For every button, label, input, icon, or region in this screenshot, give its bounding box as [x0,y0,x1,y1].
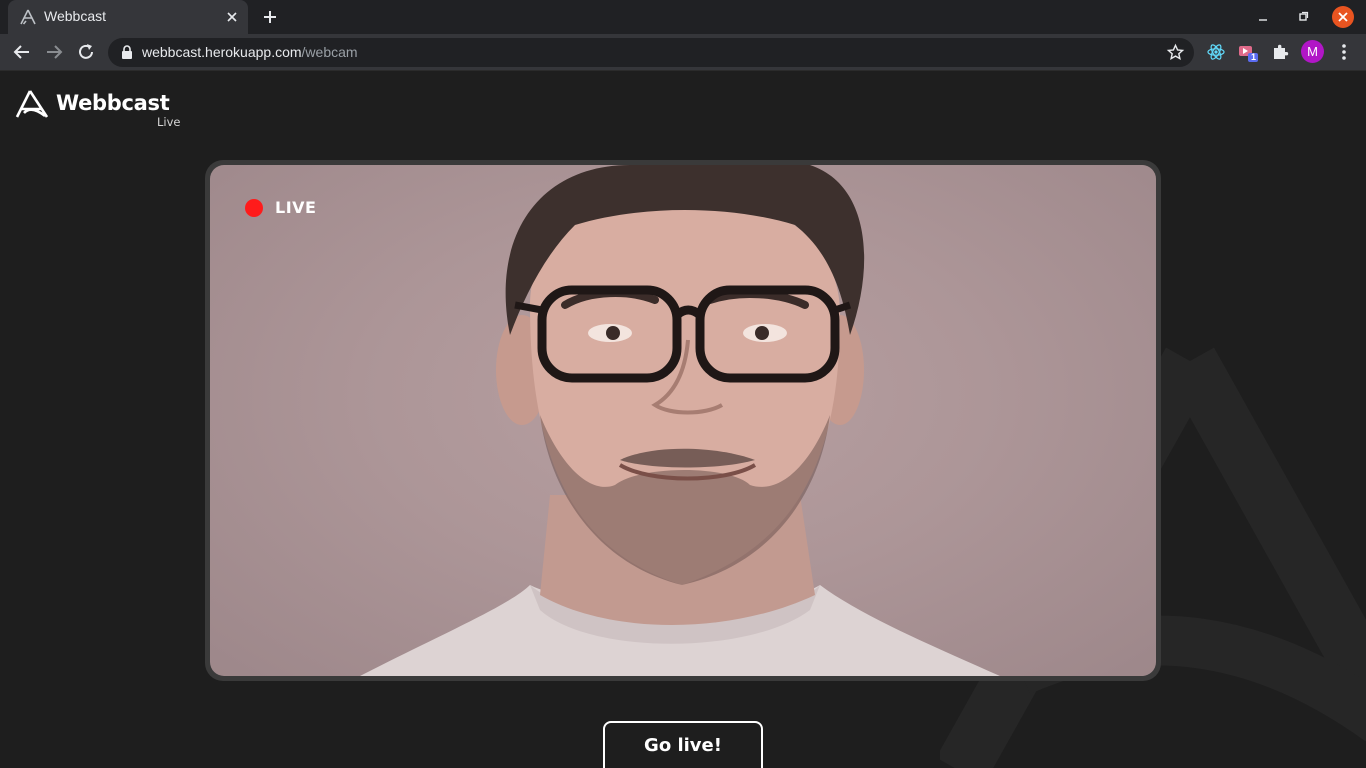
reload-icon[interactable] [76,42,96,62]
close-icon[interactable] [224,9,240,25]
back-arrow-icon[interactable] [12,42,32,62]
go-live-button[interactable]: Go live! [603,721,763,768]
webbcast-logo-icon [15,90,49,118]
brand-logo[interactable]: Webbcast Live [15,89,195,131]
webcam-portrait-image [360,165,1000,676]
restore-icon[interactable] [1294,8,1312,26]
extension-badge: 1 [1251,52,1257,62]
more-vert-icon[interactable] [1336,42,1352,62]
webcam-frame: LIVE [205,160,1161,681]
extension-icon[interactable]: 1 [1238,42,1258,62]
browser-tab[interactable]: Webbcast [8,0,248,34]
tab-title: Webbcast [44,8,106,24]
window-close-icon[interactable] [1332,6,1354,28]
brand-subtitle: Live [157,115,181,129]
url-text[interactable]: webbcast.herokuapp.com/webcam [142,44,358,60]
lock-icon[interactable] [120,45,134,60]
forward-arrow-icon[interactable] [44,42,64,62]
live-label: LIVE [275,198,317,217]
plus-icon[interactable] [260,7,280,27]
url-path: /webcam [301,44,358,60]
address-bar[interactable]: webbcast.herokuapp.com/webcam [108,38,1194,67]
puzzle-icon[interactable] [1270,42,1290,62]
avatar[interactable]: M [1301,40,1324,63]
browser-tab-strip: Webbcast [0,0,1366,34]
webcam-video: LIVE [210,165,1156,676]
minimize-icon[interactable] [1254,8,1272,26]
url-host: webbcast.herokuapp.com [142,44,302,60]
brand-name: Webbcast [56,91,170,115]
browser-toolbar: webbcast.herokuapp.com/webcam 1 M [0,34,1366,71]
page-content: Webbcast Live LIVE Go live! [0,71,1366,768]
live-dot-icon [245,199,263,217]
react-devtools-icon[interactable] [1206,42,1226,62]
star-icon[interactable] [1166,43,1185,62]
webbcast-favicon [20,9,36,25]
